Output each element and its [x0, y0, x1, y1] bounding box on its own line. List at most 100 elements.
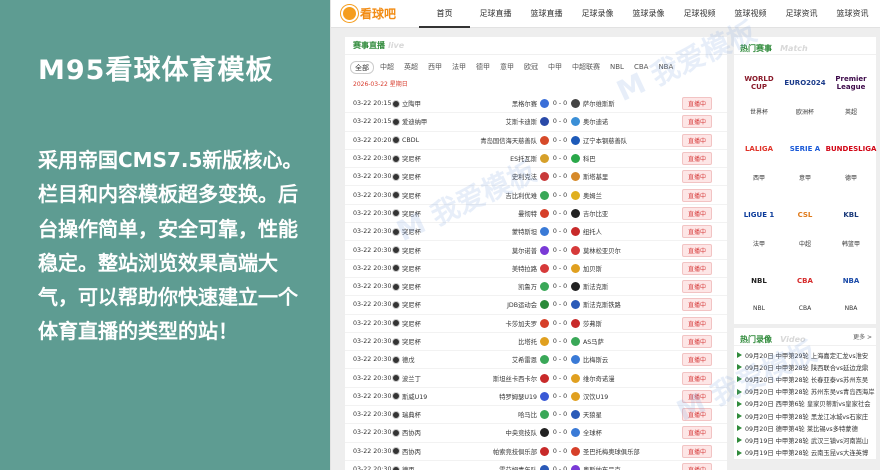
league-tab[interactable]: 意甲 — [496, 61, 518, 74]
league-tab[interactable]: 中超联赛 — [568, 61, 604, 74]
away-team[interactable]: 辽宁本钢慈善队 — [580, 136, 660, 145]
match-row[interactable]: 03-22 20:30 突尼杯 史利克法 0 - 0 斯塔基里 直播中 — [345, 168, 727, 187]
live-status-button[interactable]: 直播中 — [682, 188, 713, 202]
away-team[interactable]: 纽托人 — [580, 227, 660, 236]
live-status-button[interactable]: 直播中 — [682, 316, 713, 330]
hot-event-item[interactable]: CSL 中超 — [782, 190, 828, 256]
hot-event-item[interactable]: EURO2024 欧洲杯 — [782, 58, 828, 124]
home-team[interactable]: 美特拉路 — [462, 264, 540, 273]
match-row[interactable]: 03-22 20:30 突尼杯 莫尔诺普 0 - 0 莫林松亚贝尔 直播中 — [345, 241, 727, 260]
home-team[interactable]: 艾斯卡迪斯 — [462, 117, 540, 126]
league-tab[interactable]: 中甲 — [544, 61, 566, 74]
match-row[interactable]: 03-22 20:30 突尼杯 JDB运动会 0 - 0 斯法克斯铁路 直播中 — [345, 296, 727, 315]
match-row[interactable]: 03-22 20:30 突尼杯 曼彻特 0 - 0 吉尔比亚 直播中 — [345, 205, 727, 224]
video-item[interactable]: 09月20日 中甲第28轮 黑龙江冰城vs石家庄 — [734, 410, 876, 422]
match-row[interactable]: 03-22 20:30 突尼杯 吉比利优难 0 - 0 奥姆兰 直播中 — [345, 186, 727, 205]
away-team[interactable]: 莫林松亚贝尔 — [580, 246, 660, 255]
site-logo[interactable]: 看球吧 — [341, 5, 409, 22]
live-status-button[interactable]: 直播中 — [682, 280, 713, 294]
nav-item[interactable]: 篮球视频 — [725, 0, 776, 28]
hot-event-item[interactable]: KBL 韩篮甲 — [828, 190, 874, 256]
nav-item[interactable]: 足球资讯 — [776, 0, 827, 28]
league-tab[interactable]: 西甲 — [424, 61, 446, 74]
away-team[interactable]: 全球杯 — [580, 428, 660, 437]
video-item[interactable]: 09月19日 中甲第28轮 云南玉昆vs大连英博 — [734, 447, 876, 459]
away-team[interactable]: 加贝斯 — [580, 264, 660, 273]
home-team[interactable]: 莫尔诺普 — [462, 246, 540, 255]
home-team[interactable]: 蒙特斯坦 — [462, 227, 540, 236]
league-tab[interactable]: CBA — [630, 61, 652, 74]
nav-item[interactable]: 首页 — [419, 0, 470, 28]
live-status-button[interactable]: 直播中 — [682, 353, 713, 367]
hot-event-item[interactable]: LIGUE 1 法甲 — [736, 190, 782, 256]
away-team[interactable]: 奥姆兰 — [580, 191, 660, 200]
away-team[interactable]: 天狼星 — [580, 410, 660, 419]
away-team[interactable]: 奥尔迪诺 — [580, 117, 660, 126]
live-status-button[interactable]: 直播中 — [682, 463, 713, 470]
league-tab[interactable]: NBL — [606, 61, 628, 74]
live-status-button[interactable]: 直播中 — [682, 206, 713, 220]
video-item[interactable]: 09月19日 中甲第28轮 武汉三镇vs河南嵩山 — [734, 434, 876, 446]
away-team[interactable]: 汉饮U19 — [580, 392, 660, 401]
live-status-button[interactable]: 直播中 — [682, 371, 713, 385]
away-team[interactable]: 维尔奇诺漫 — [580, 374, 660, 383]
home-team[interactable]: 青岛国信海天慈善队 — [462, 136, 540, 145]
home-team[interactable]: 凯鲁万 — [462, 282, 540, 291]
match-row[interactable]: 03-22 20:15 爱迪纳甲 艾斯卡迪斯 0 - 0 奥尔迪诺 直播中 — [345, 113, 727, 132]
live-status-button[interactable]: 直播中 — [682, 408, 713, 422]
match-row[interactable]: 03-22 20:30 突尼杯 美特拉路 0 - 0 加贝斯 直播中 — [345, 260, 727, 278]
home-team[interactable]: 中央竞技队 — [462, 428, 540, 437]
match-row[interactable]: 03-22 20:30 突尼杯 凯鲁万 0 - 0 斯法克斯 直播中 — [345, 278, 727, 297]
hot-event-item[interactable]: LALIGA 西甲 — [736, 124, 782, 190]
live-status-button[interactable]: 直播中 — [682, 115, 713, 129]
nav-item[interactable]: 篮球直播 — [521, 0, 572, 28]
home-team[interactable]: JDB运动会 — [462, 300, 540, 309]
more-link[interactable]: 更多 > — [853, 332, 872, 341]
home-team[interactable]: ES托瓦斯 — [462, 154, 540, 163]
hot-event-item[interactable]: WORLD CUP 世界杯 — [736, 58, 782, 124]
home-team[interactable]: 哈马比 — [462, 410, 540, 419]
hot-event-item[interactable]: NBL NBL — [736, 256, 782, 322]
live-status-button[interactable]: 直播中 — [682, 426, 713, 440]
home-team[interactable]: 斯坦丝卡西卡尔 — [462, 374, 540, 383]
match-row[interactable]: 03-22 20:20 CBDL 青岛国信海天慈善队 0 - 0 辽宁本钢慈善队 直播中 — [345, 132, 727, 150]
away-team[interactable]: 奥斯纳布吕克 — [580, 465, 660, 470]
video-item[interactable]: 09月20日 西甲第6轮 皇家贝蒂斯vs皇家社会 — [734, 398, 876, 410]
live-status-button[interactable]: 直播中 — [682, 152, 713, 166]
nav-item[interactable]: 篮球录像 — [623, 0, 674, 28]
video-item[interactable]: 09月20日 中甲第28轮 陕西联合vs延边龙鼎 — [734, 361, 876, 373]
live-status-button[interactable]: 直播中 — [682, 335, 713, 348]
away-team[interactable]: 斯法克斯铁路 — [580, 300, 660, 309]
live-status-button[interactable]: 直播中 — [682, 261, 713, 275]
live-status-button[interactable]: 直播中 — [682, 243, 713, 257]
match-row[interactable]: 03-22 20:30 德丙 霍芬姆青年队 0 - 0 奥斯纳布吕克 直播中 — [345, 461, 727, 470]
nav-item[interactable]: 篮球资讯 — [827, 0, 878, 28]
video-item[interactable]: 09月20日 中甲第28轮 长春亚泰vs苏州东吴 — [734, 373, 876, 385]
away-team[interactable]: 科巴 — [580, 154, 660, 163]
live-status-button[interactable]: 直播中 — [682, 444, 713, 458]
league-tab[interactable]: NBA — [654, 61, 677, 74]
league-tab[interactable]: 英超 — [400, 61, 422, 74]
league-tab[interactable]: 全部 — [350, 61, 374, 74]
away-team[interactable]: 萨尔维斯斯 — [580, 99, 660, 108]
match-row[interactable]: 03-22 20:30 波兰丁 斯坦丝卡西卡尔 0 - 0 维尔奇诺漫 直播中 — [345, 369, 727, 388]
video-item[interactable]: 09月20日 德甲第4轮 莱比锡vs多特蒙德 — [734, 422, 876, 434]
away-team[interactable]: 莎弗斯 — [580, 319, 660, 328]
hot-event-item[interactable]: SERIE A 意甲 — [782, 124, 828, 190]
live-status-button[interactable]: 直播中 — [682, 389, 713, 403]
nav-item[interactable]: 足球录像 — [572, 0, 623, 28]
league-tab[interactable]: 德甲 — [472, 61, 494, 74]
home-team[interactable]: 曼彻特 — [462, 209, 540, 218]
live-status-button[interactable]: 直播中 — [682, 133, 713, 147]
match-row[interactable]: 03-22 20:30 突尼杯 卡莎加夫罗 0 - 0 莎弗斯 直播中 — [345, 315, 727, 333]
match-row[interactable]: 03-22 20:30 西协丙 中央竞技队 0 - 0 全球杯 直播中 — [345, 424, 727, 443]
match-row[interactable]: 03-22 20:30 突尼杯 蒙特斯坦 0 - 0 纽托人 直播中 — [345, 223, 727, 242]
match-row[interactable]: 03-22 20:15 立陶甲 黑格尔赛 0 - 0 萨尔维斯斯 直播中 — [345, 95, 727, 114]
live-status-button[interactable]: 直播中 — [682, 298, 713, 312]
away-team[interactable]: 比梅斯云 — [580, 355, 660, 364]
match-row[interactable]: 03-22 20:30 突尼杯 比塔托 0 - 0 AS马萨 直播中 — [345, 333, 727, 352]
home-team[interactable]: 帕索竞技俱乐部 — [462, 447, 540, 456]
home-team[interactable]: 黑格尔赛 — [462, 99, 540, 108]
away-team[interactable]: 斯法克斯 — [580, 282, 660, 291]
match-row[interactable]: 03-22 20:30 西协丙 帕索竞技俱乐部 0 - 0 圣巴托梅奥球俱乐部 直播中 — [345, 443, 727, 461]
